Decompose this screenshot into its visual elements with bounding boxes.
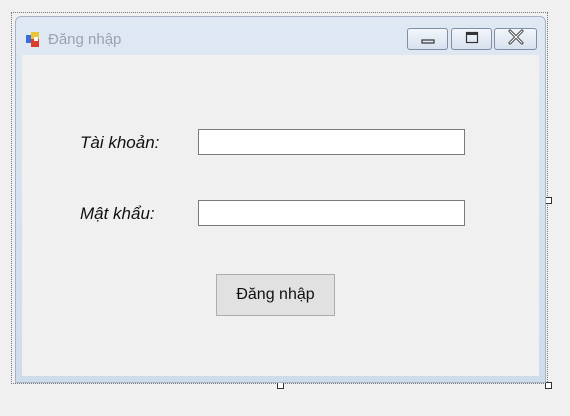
account-label: Tài khoản: <box>80 133 160 152</box>
title-bar[interactable]: Đăng nhập <box>16 17 545 53</box>
password-label: Mật khẩu: <box>80 204 155 223</box>
window-title: Đăng nhập <box>48 31 122 48</box>
account-input[interactable] <box>198 129 465 155</box>
minimize-icon <box>420 30 436 49</box>
maximize-button[interactable] <box>451 28 492 50</box>
resize-handle-corner[interactable] <box>545 382 552 389</box>
maximize-icon <box>464 30 480 49</box>
resize-handle-right[interactable] <box>545 197 552 204</box>
close-button[interactable] <box>494 28 537 50</box>
resize-handle-bottom[interactable] <box>277 382 284 389</box>
form-client-area: Tài khoản: Mật khẩu: Đăng nhập <box>22 55 539 376</box>
login-button[interactable]: Đăng nhập <box>216 274 335 316</box>
minimize-button[interactable] <box>407 28 448 50</box>
password-input[interactable] <box>198 200 465 226</box>
app-icon <box>26 32 42 48</box>
close-icon <box>507 29 525 49</box>
login-window: Đăng nhập Tài khoản: Mật khẩu: Đăng nhập <box>15 16 546 383</box>
